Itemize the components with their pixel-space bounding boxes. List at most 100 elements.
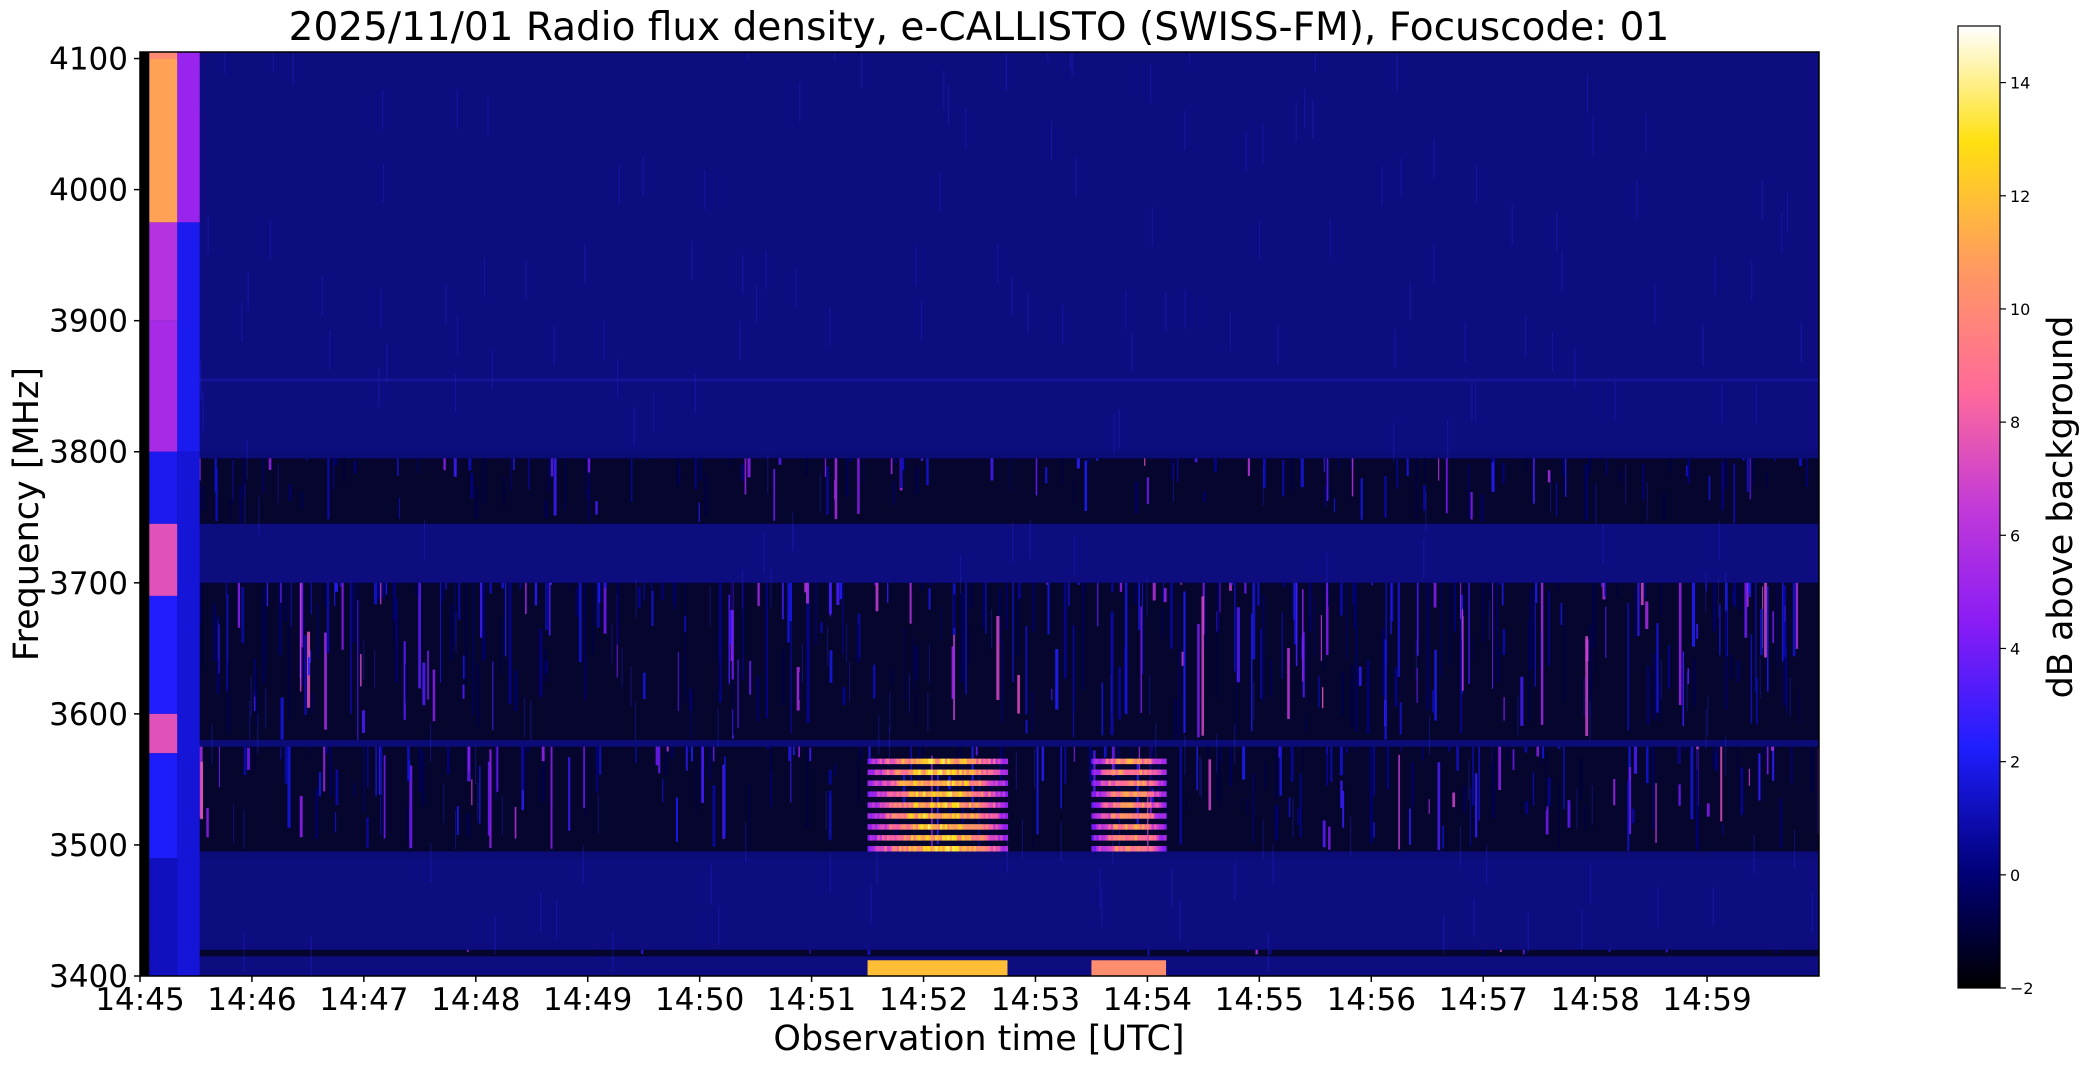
- rfi-streak: [757, 582, 760, 607]
- faint-streak: [1488, 600, 1490, 640]
- faint-streak: [1811, 893, 1813, 933]
- rfi-streak: [472, 582, 474, 716]
- rfi-streak: [603, 582, 607, 634]
- rfi-streak: [534, 582, 538, 606]
- rfi-streak: [985, 582, 987, 634]
- rfi-streak: [395, 598, 398, 683]
- faint-streak: [1015, 751, 1017, 791]
- rfi-streak: [1652, 653, 1656, 720]
- faint-streak: [247, 271, 249, 312]
- faint-streak: [1392, 422, 1395, 463]
- rfi-streak: [300, 491, 303, 509]
- rfi-streak: [724, 756, 726, 838]
- rfi-streak: [1601, 582, 1603, 588]
- rfi-streak: [1290, 746, 1294, 782]
- y-tick-label: 3900: [49, 304, 128, 340]
- burst-cell: [1005, 813, 1009, 819]
- rfi-streak: [1524, 746, 1528, 753]
- rfi-streak: [341, 582, 344, 650]
- rfi-streak: [578, 582, 582, 663]
- x-tick-label: 14:52: [879, 982, 968, 1018]
- rfi-streak: [1326, 458, 1329, 502]
- rfi-streak: [1691, 582, 1696, 647]
- faint-streak: [1714, 256, 1716, 296]
- plot-area: [140, 52, 1819, 976]
- rfi-streak: [782, 648, 785, 705]
- rfi-streak: [806, 582, 809, 604]
- faint-streak: [1381, 166, 1383, 206]
- rfi-streak: [464, 582, 468, 687]
- rfi-streak: [206, 807, 209, 838]
- rfi-streak: [1498, 746, 1502, 791]
- faint-streak: [258, 496, 260, 536]
- rfi-streak: [492, 661, 494, 731]
- rfi-streak: [327, 458, 330, 520]
- rfi-streak: [439, 582, 442, 683]
- rfi-streak: [343, 458, 346, 483]
- rfi-streak: [1051, 688, 1053, 701]
- rfi-streak: [1213, 458, 1218, 472]
- rfi-streak: [1592, 582, 1595, 648]
- faint-streak: [1423, 538, 1425, 579]
- rfi-streak: [284, 746, 288, 784]
- rfi-streak: [1339, 746, 1343, 776]
- faint-streak: [1075, 158, 1077, 198]
- rfi-streak: [307, 657, 310, 676]
- faint-streak: [1755, 384, 1757, 424]
- x-tick-label: 14:57: [1439, 982, 1528, 1018]
- faint-streak: [382, 89, 384, 130]
- rfi-streak: [695, 760, 697, 812]
- rfi-streak: [1314, 593, 1316, 657]
- rfi-streak: [1665, 949, 1668, 953]
- rfi-streak: [990, 458, 994, 481]
- burst-cell: [1163, 835, 1167, 841]
- rfi-streak: [1499, 949, 1502, 952]
- faint-streak: [310, 935, 312, 976]
- rfi-streak: [741, 464, 744, 481]
- rfi-streak: [1460, 639, 1463, 734]
- rfi-streak: [547, 458, 550, 493]
- rfi-streak: [1772, 746, 1775, 781]
- rfi-streak: [839, 582, 843, 600]
- rfi-streak: [1416, 582, 1419, 656]
- rfi-streak: [356, 458, 358, 470]
- faint-streak: [1350, 816, 1352, 856]
- faint-streak: [1172, 462, 1174, 503]
- rfi-streak: [969, 582, 973, 609]
- rfi-streak: [1415, 458, 1418, 519]
- rfi-streak: [749, 660, 752, 695]
- rfi-streak: [360, 654, 362, 687]
- rfi-streak: [514, 670, 518, 712]
- faint-streak: [1549, 473, 1552, 513]
- rfi-streak: [789, 582, 793, 622]
- rfi-streak: [334, 458, 338, 465]
- rfi-streak: [770, 746, 772, 772]
- rfi-streak: [928, 588, 931, 610]
- faint-streak: [423, 519, 426, 560]
- rfi-streak: [1074, 626, 1076, 712]
- burst-cell: [1163, 758, 1167, 765]
- rfi-streak: [1330, 746, 1333, 783]
- rfi-streak: [201, 582, 203, 666]
- calib-segment: [149, 753, 178, 859]
- calib-segment: [149, 595, 178, 714]
- rfi-streak: [1208, 759, 1212, 811]
- faint-streak: [265, 688, 267, 728]
- rfi-streak: [1766, 746, 1769, 775]
- faint-streak: [1789, 677, 1791, 717]
- rfi-streak: [1144, 458, 1146, 466]
- rfi-streak: [227, 662, 230, 735]
- faint-streak: [1262, 124, 1264, 164]
- rfi-streak: [1668, 645, 1671, 689]
- burst-cell: [1005, 769, 1009, 776]
- rfi-streak: [1764, 582, 1767, 658]
- rfi-streak: [483, 458, 486, 505]
- faint-streak: [928, 644, 931, 684]
- rfi-streak: [1242, 746, 1246, 780]
- faint-streak: [217, 620, 219, 660]
- calib-segment: [149, 52, 178, 59]
- faint-streak: [1236, 620, 1239, 661]
- rfi-streak: [826, 466, 829, 516]
- rfi-streak: [229, 500, 232, 520]
- rfi-streak: [689, 688, 692, 711]
